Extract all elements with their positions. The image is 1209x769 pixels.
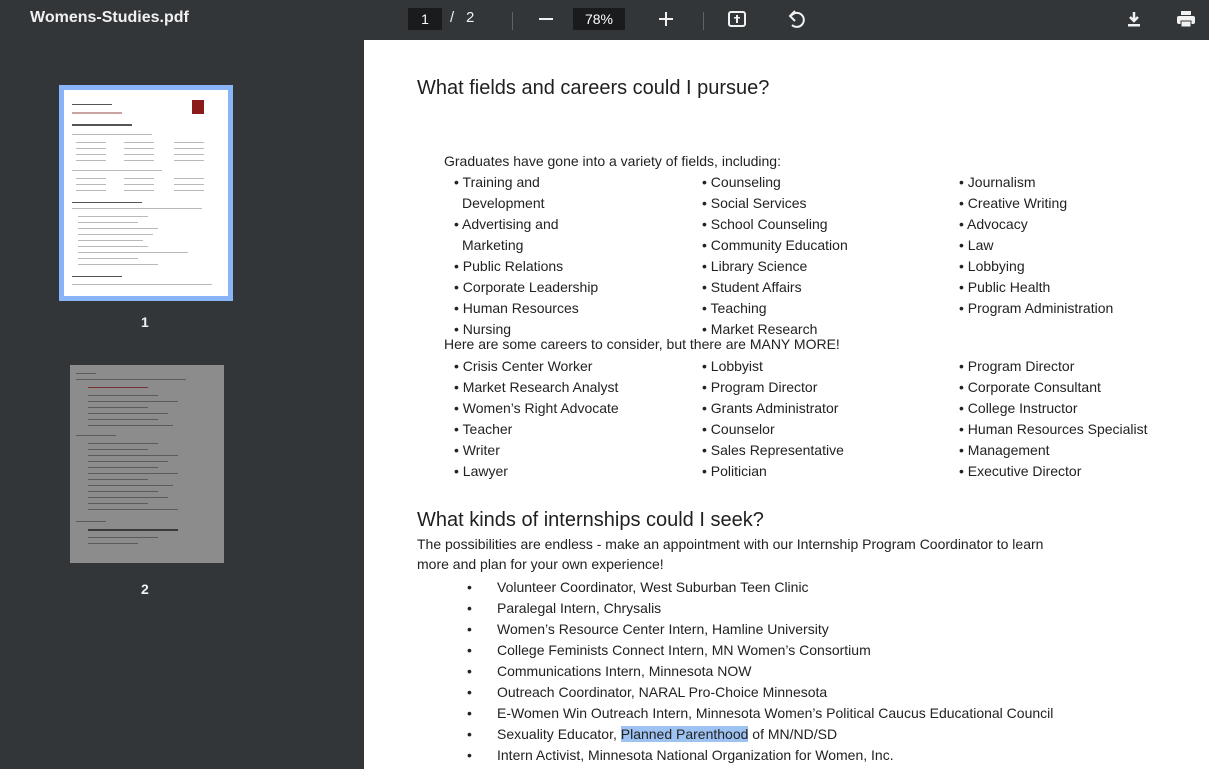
toolbar-divider [703,12,704,30]
list-item: • Outreach Coordinator, NARAL Pro-Choice … [467,682,1053,703]
list-item: • Grants Administrator [702,400,839,416]
list-item: Marketing [462,237,524,253]
list-item: • Human Resources [454,300,579,316]
careers-column-1: • Crisis Center Worker • Market Research… [454,356,619,482]
section-heading-internships: What kinds of internships could I seek? [417,509,764,531]
internship-paragraph-line-1: The possibilities are endless - make an … [417,536,1044,552]
zoom-out-button[interactable] [532,5,560,33]
rotate-button[interactable] [781,5,809,33]
plus-icon [659,12,673,26]
thumbnail-number-2: 2 [141,581,149,597]
document-title: Womens-Studies.pdf [30,9,189,26]
fields-column-2: • Counseling • Social Services • School … [702,172,848,340]
zoom-in-button[interactable] [652,5,680,33]
page-thumbnail-2[interactable] [70,365,224,563]
list-item: • Teacher [454,421,513,437]
thumbnail-page-preview [64,90,228,296]
list-item: • Advertising and [454,216,559,232]
list-item: • Training and [454,174,540,190]
section-heading-fields: What fields and careers could I pursue? [417,77,770,99]
print-button[interactable] [1172,5,1200,33]
bullet: • [467,600,472,616]
list-item: • Program Director [959,358,1075,374]
fields-column-1: • Training and Development • Advertising… [454,144,598,340]
list-item: • Sales Representative [702,442,844,458]
list-item: • College Feminists Connect Intern, MN Wo… [467,640,1053,661]
careers-column-3: • Program Director • Corporate Consultan… [959,356,1148,482]
fields-column-3: • Journalism • Creative Writing • Advoca… [959,172,1113,319]
list-item: • Counselor [702,421,775,437]
list-item: • Lawyer [454,463,508,479]
internship-list: • Volunteer Coordinator, West Suburban Te… [467,577,1053,766]
list-item: • Social Services [702,195,807,211]
bullet: • [467,684,472,700]
zoom-level-input[interactable]: 78% [573,8,625,30]
list-item: • Intern Activist, Minnesota National Org… [467,745,1053,766]
careers-intro: Here are some careers to consider, but t… [444,336,840,352]
minus-icon [539,18,553,20]
list-item: • Communications Intern, Minnesota NOW [467,661,1053,682]
list-item: • Corporate Leadership [454,279,599,295]
page-separator: / [450,9,455,26]
list-item: • Volunteer Coordinator, West Suburban Te… [467,577,1053,598]
list-item: • Human Resources Specialist [959,421,1148,437]
pdf-page-view: What fields and careers could I pursue? … [364,40,1209,769]
list-item: • Executive Director [959,463,1082,479]
careers-column-2: • Lobbyist • Program Director • Grants A… [702,356,844,482]
list-item: • Teaching [702,300,767,316]
pdf-toolbar: Womens-Studies.pdf 1 / 2 78% [0,0,1209,40]
text-highlight[interactable]: Planned Parenthood [620,726,749,742]
list-item: • Women’s Right Advocate [454,400,619,416]
bullet: • [467,747,472,763]
list-item: • Crisis Center Worker [454,358,593,374]
list-item: • Community Education [702,237,848,253]
rotate-icon [788,10,805,28]
list-item: • Politician [702,463,767,479]
bullet: • [467,663,472,679]
fit-to-page-button[interactable] [723,5,751,33]
list-item: • Program Administration [959,300,1114,316]
list-item: • Counseling [702,174,781,190]
list-item: • Library Science [702,258,808,274]
bullet: • [467,642,472,658]
list-item: • Lobbying [959,258,1025,274]
print-icon [1177,11,1195,28]
internship-paragraph-line-2: more and plan for your own experience! [417,556,664,572]
list-item: • Advocacy [959,216,1028,232]
list-item: • Student Affairs [702,279,802,295]
list-item: • E-Women Win Outreach Intern, Minnesota … [467,703,1053,724]
list-item: • Public Health [959,279,1051,295]
toolbar-divider [512,12,513,30]
thumbnail-number-1: 1 [141,314,149,330]
list-item: • Market Research Analyst [454,379,619,395]
list-item: • Creative Writing [959,195,1068,211]
list-item: • School Counseling [702,216,828,232]
list-item: • Program Director [702,379,818,395]
list-item: • Women’s Resource Center Intern, Hamline… [467,619,1053,640]
list-item: Development [462,195,545,211]
download-icon [1128,12,1140,27]
list-item: • Sexuality Educator, Planned Parenthood … [467,724,1053,745]
list-item: • College Instructor [959,400,1078,416]
bullet: • [467,705,472,721]
bullet: • [467,621,472,637]
page-number-input[interactable]: 1 [408,8,442,30]
bullet: • [467,579,472,595]
list-item: • Writer [454,442,500,458]
list-item: • Paralegal Intern, Chrysalis [467,598,1053,619]
bullet: • [467,726,472,742]
download-button[interactable] [1120,5,1148,33]
list-item: • Law [959,237,994,253]
page-total: 2 [466,9,475,26]
fit-page-icon [728,11,746,27]
list-item: • Management [959,442,1050,458]
list-item: • Journalism [959,174,1036,190]
list-item: • Lobbyist [702,358,763,374]
list-item: • Corporate Consultant [959,379,1101,395]
list-item: • Public Relations [454,258,564,274]
page-thumbnail-1[interactable] [59,85,233,301]
